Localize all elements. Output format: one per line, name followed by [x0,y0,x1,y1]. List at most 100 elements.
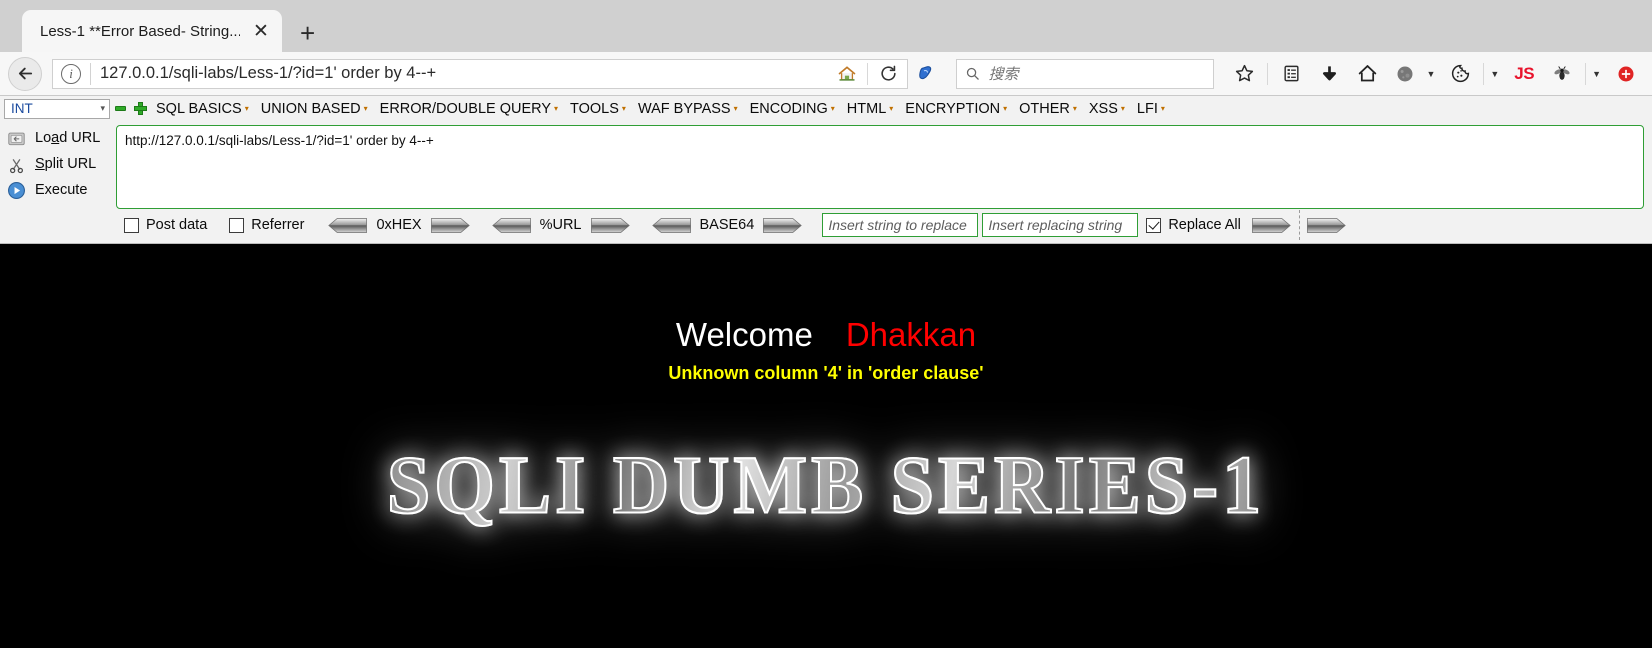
cookie-icon[interactable] [1442,58,1478,90]
chevron-down-icon: ▾ [1003,104,1008,113]
referrer-checkbox[interactable]: Referrer [229,217,304,233]
increment-button[interactable] [130,98,150,120]
hackbar-panel: INT ▾ SQL BASICS ▾ UNION BASED ▾ ERROR/D… [0,96,1652,244]
overflow-arrow-button[interactable] [1306,216,1348,235]
site-info-icon[interactable]: i [61,63,81,84]
chevron-down-icon: ▾ [363,104,368,113]
chevron-down-icon: ▾ [554,104,559,113]
menu-html[interactable]: HTML ▾ [841,101,900,117]
execute-button[interactable]: Execute [0,180,116,200]
navigation-toolbar: i 127.0.0.1/sqli-labs/Less-1/?id=1' orde… [0,52,1652,96]
injection-type-select[interactable]: INT ▾ [4,98,110,119]
base64-encoder-group: BASE64 [650,216,805,235]
menu-label: ENCRYPTION [905,100,1001,117]
hackbar-options-row: Post data Referrer 0xHEX %URL BASE64 Ins… [0,209,1652,243]
browser-tab[interactable]: Less-1 **Error Based- String... ✕ [22,10,282,52]
menu-waf-bypass[interactable]: WAF BYPASS ▾ [632,101,744,117]
hex-label: 0xHEX [376,217,422,233]
hex-encoder-group: 0xHEX [326,216,471,235]
search-icon [967,67,980,80]
bookmark-star-icon[interactable] [1226,58,1262,90]
tab-title: Less-1 **Error Based- String... [40,22,240,40]
menu-label: XSS [1088,100,1118,117]
menu-union-based[interactable]: UNION BASED ▾ [255,101,374,117]
load-url-button[interactable]: Load URL [0,128,116,148]
chevron-down-icon: ▾ [100,103,105,113]
post-data-label: Post data [146,217,208,233]
menu-lfi[interactable]: LFI ▾ [1131,101,1171,117]
execute-label: Execute [35,182,88,198]
hackbar-menubar: INT ▾ SQL BASICS ▾ UNION BASED ▾ ERROR/D… [0,96,1652,121]
minus-icon [114,106,126,111]
globe-icon[interactable] [1387,58,1423,90]
shield-icon[interactable] [912,60,942,88]
menu-encryption[interactable]: ENCRYPTION ▾ [899,101,1013,117]
replace-all-checkbox[interactable]: Replace All [1146,217,1241,233]
search-box[interactable]: 搜索 [956,58,1215,89]
post-data-checkbox[interactable]: Post data [124,217,207,233]
menu-sql-basics[interactable]: SQL BASICS ▾ [150,101,255,117]
library-icon[interactable] [1273,58,1309,90]
back-arrow-icon [18,67,32,80]
menu-label: UNION BASED [260,100,361,117]
referrer-label: Referrer [251,217,305,233]
menu-encoding[interactable]: ENCODING ▾ [744,101,841,117]
home-icon[interactable] [832,60,862,88]
chevron-down-icon: ▾ [830,104,835,113]
menu-other[interactable]: OTHER ▾ [1013,101,1083,117]
url-divider [90,62,91,85]
checkbox-box [124,217,139,233]
base64-encode-button[interactable] [762,216,804,235]
menu-label: WAF BYPASS [637,100,731,117]
fly-bug-icon[interactable] [1544,58,1580,90]
base64-label: BASE64 [699,217,755,233]
chevron-down-icon: ▾ [889,104,894,113]
menu-label: LFI [1136,100,1158,117]
menu-label: SQL BASICS [156,100,242,117]
url-decode-button[interactable] [490,216,532,235]
chevron-down-icon[interactable]: ▼ [1485,69,1504,79]
replace-to-input[interactable] [982,213,1139,237]
hackbar-body: Load URL Split URL Execute http://127.0.… [0,121,1652,209]
load-url-label: Load URL [35,130,101,146]
decrement-button[interactable] [110,98,130,120]
js-toggle-badge[interactable]: JS [1506,64,1542,84]
menu-label: TOOLS [570,100,619,117]
replace-from-input[interactable] [822,213,979,237]
execute-play-icon [6,180,26,200]
welcome-text: Welcome [675,316,813,353]
url-text: 127.0.0.1/sqli-labs/Less-1/?id=1' order … [100,64,437,82]
download-icon[interactable] [1311,58,1347,90]
chevron-down-icon[interactable]: ▼ [1421,69,1440,79]
menu-tools[interactable]: TOOLS ▾ [564,101,632,117]
url-encoder-group: %URL [490,216,632,235]
banner-title: SQLI DUMB SERIES-1 [386,438,1266,531]
hex-decode-button[interactable] [326,216,368,235]
reload-icon[interactable] [873,60,903,88]
replace-all-label: Replace All [1168,217,1241,233]
hex-encode-button[interactable] [430,216,472,235]
close-icon[interactable]: ✕ [250,20,272,42]
url-encode-button[interactable] [590,216,632,235]
address-bar[interactable]: i 127.0.0.1/sqli-labs/Less-1/?id=1' orde… [52,58,909,89]
menu-xss[interactable]: XSS ▾ [1083,101,1131,117]
back-button[interactable] [8,56,42,91]
extension-icon[interactable] [1608,58,1644,90]
new-tab-button[interactable]: + [300,20,315,46]
chevron-down-icon: ▾ [621,104,626,113]
address-bar-actions [832,60,903,88]
browser-window: Less-1 **Error Based- String... ✕ + i 12… [0,0,1652,244]
checkbox-box [1146,217,1162,233]
load-url-icon [6,128,26,148]
home-icon[interactable] [1349,58,1385,90]
request-textarea[interactable] [116,125,1644,209]
hackbar-actions: Load URL Split URL Execute [0,125,116,209]
split-url-button[interactable]: Split URL [0,154,116,174]
chevron-down-icon[interactable]: ▼ [1587,69,1606,79]
menu-error-double-query[interactable]: ERROR/DOUBLE QUERY ▾ [374,101,564,117]
apply-replace-button[interactable] [1251,216,1293,235]
welcome-heading: Welcome Dhakkan [0,244,1652,354]
menu-label: ERROR/DOUBLE QUERY [379,100,552,117]
scissors-icon [6,154,26,174]
base64-decode-button[interactable] [650,216,692,235]
